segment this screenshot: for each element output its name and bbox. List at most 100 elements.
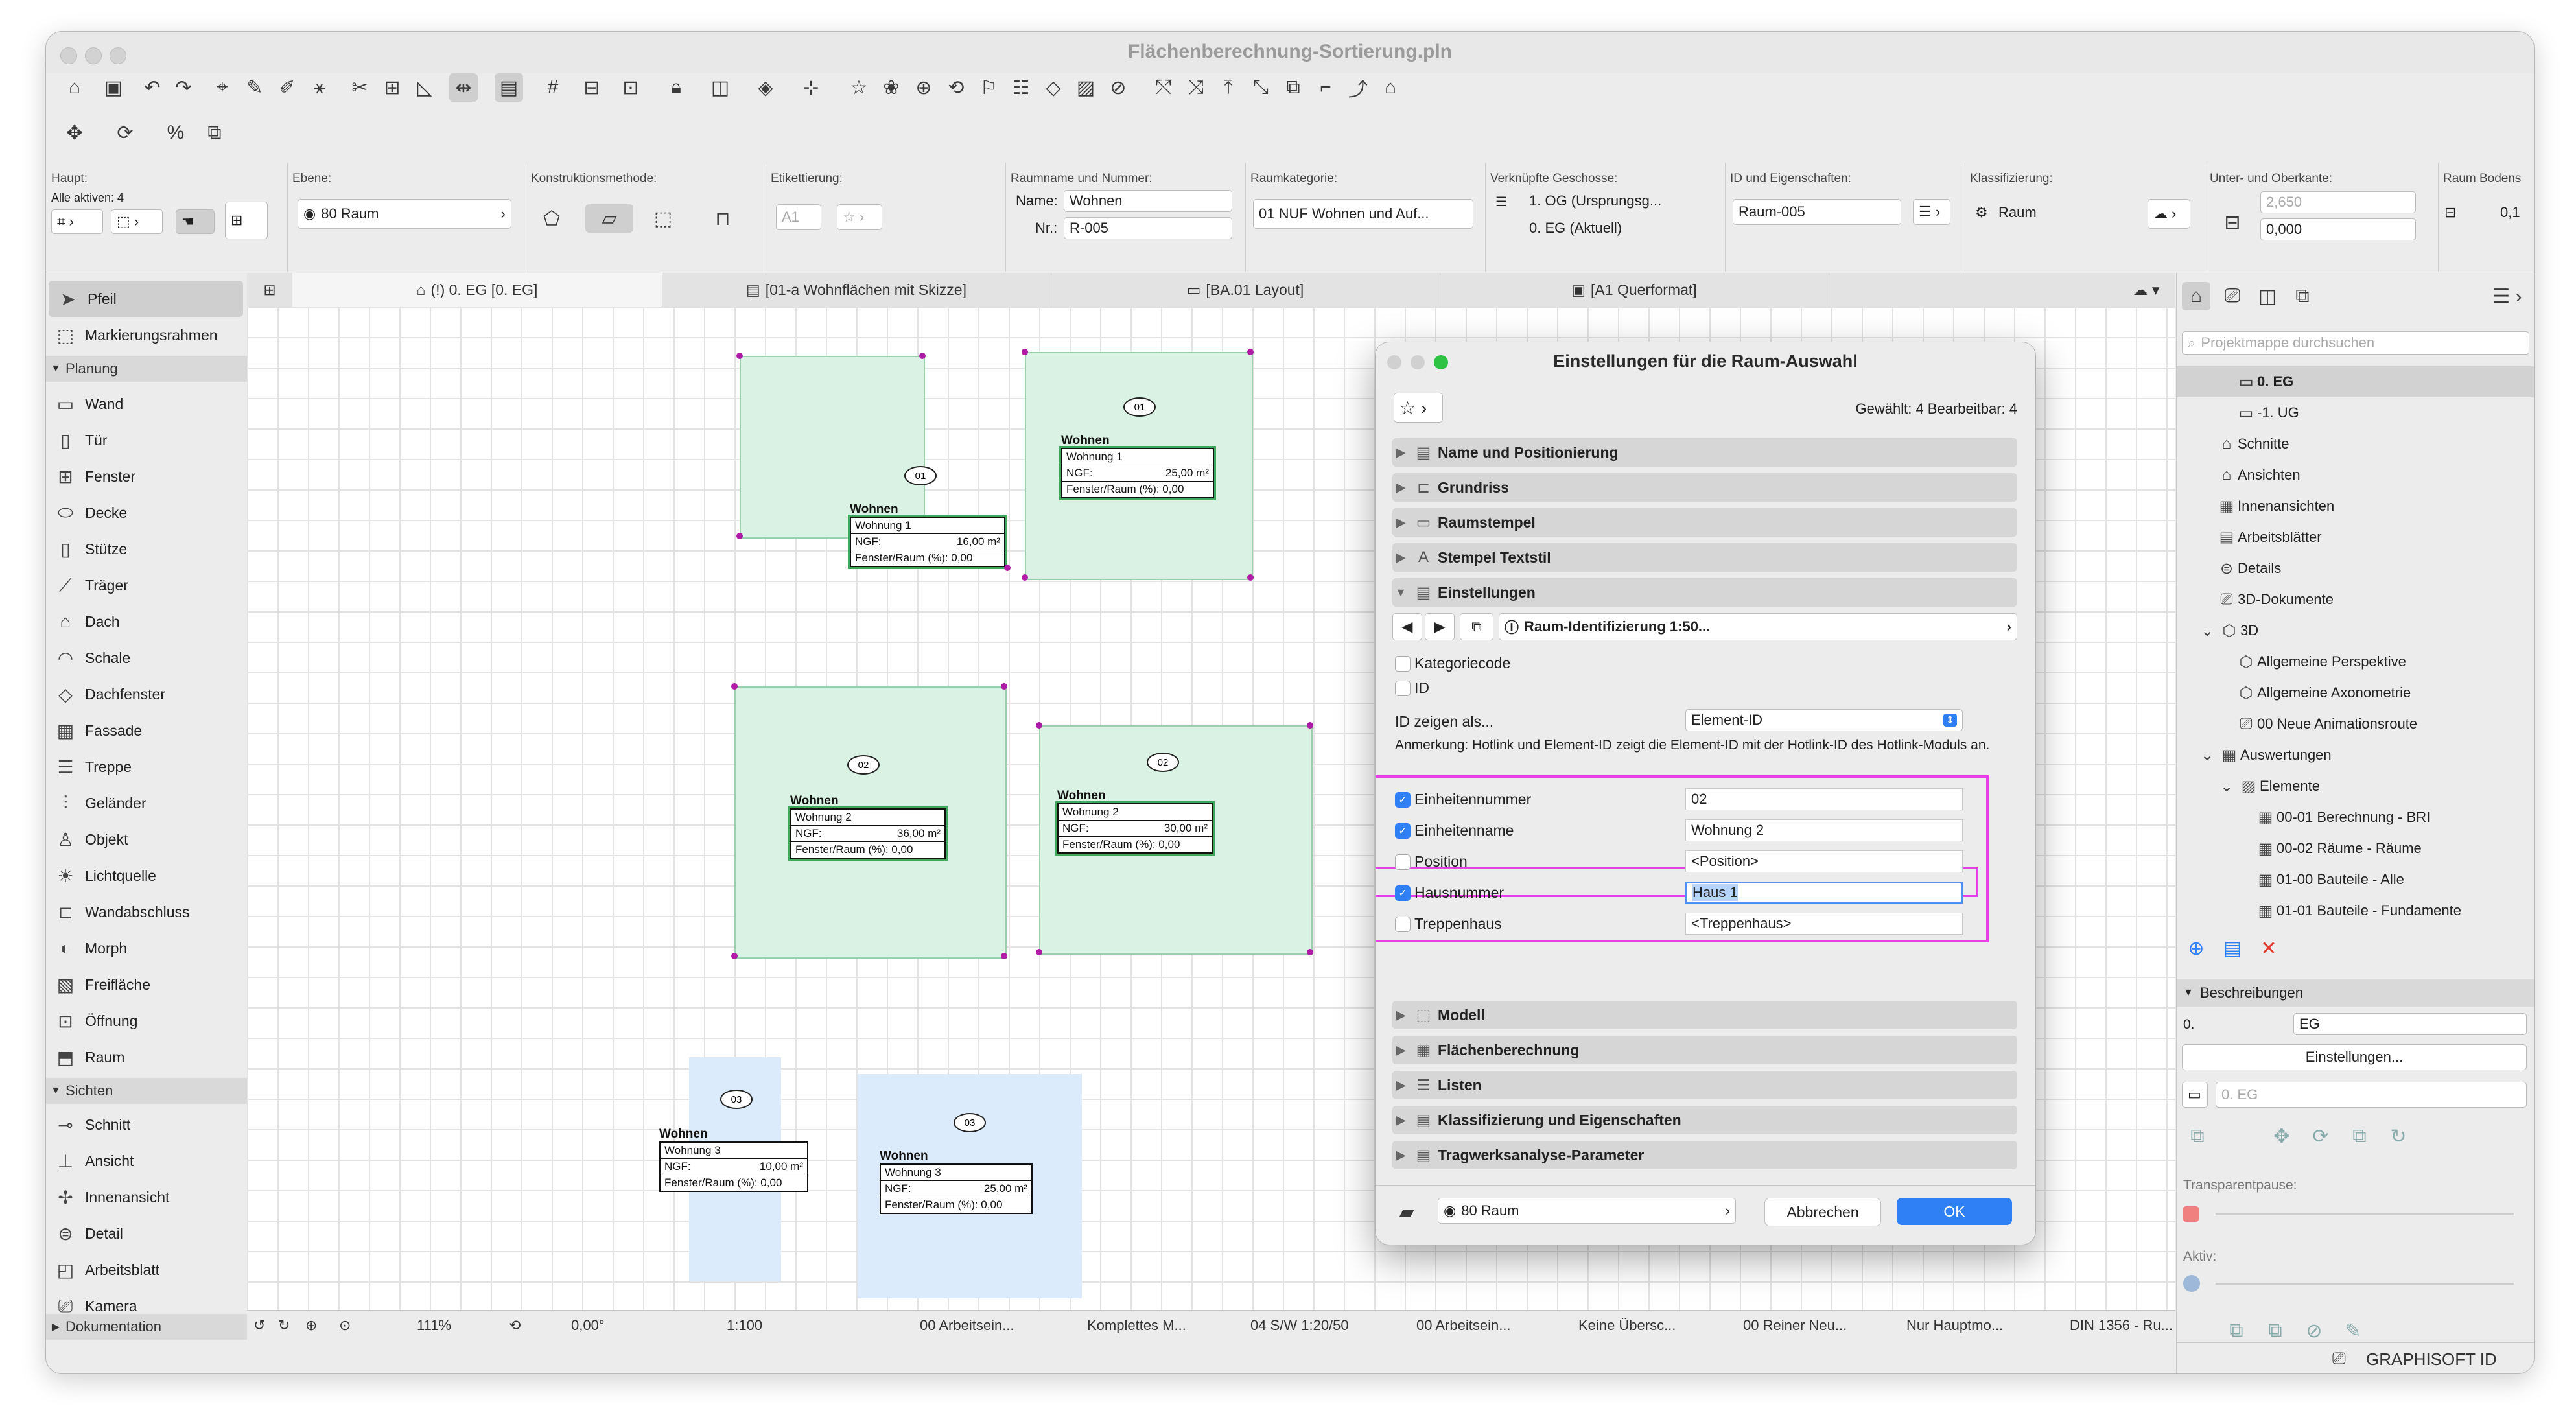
tool-dach[interactable]: ⌂ Dach [46, 603, 247, 640]
nav-item-animationsroute[interactable]: ⎚ 00 Neue Animationsroute [2177, 708, 2534, 740]
panel-klassifizierung[interactable]: ▶ ▤ Klassifizierung und Eigenschaften [1392, 1106, 2017, 1134]
nav-item-details[interactable]: ⊜ Details [2177, 553, 2534, 584]
tab-worksheet[interactable]: ▤ [01-a Wohnflächen mit Skizze] [662, 273, 1051, 307]
align-icon[interactable]: ⊹ [797, 73, 825, 102]
nav-item-ug[interactable]: ▭ -1. UG [2177, 397, 2534, 428]
object-icon[interactable]: ❀ [877, 73, 906, 102]
grid-icon[interactable]: # [539, 73, 567, 102]
room-stamp[interactable]: Wohnen Wohnung 3 NGF: 10,00 m² Fenster/Ra… [659, 1127, 808, 1192]
project-map-icon[interactable]: ⌂ [2182, 282, 2210, 310]
einstellungen-button[interactable]: Einstellungen... [2182, 1044, 2527, 1070]
nav-item-3d[interactable]: ⌄ ⬡ 3D [2177, 615, 2534, 646]
section-planung[interactable]: ▼ Planung [46, 356, 247, 382]
kategoriecode-checkbox[interactable] [1395, 656, 1411, 672]
panel-flaechenberechnung[interactable]: ▶ ▦ Flächenberechnung [1392, 1036, 2017, 1064]
navigator-menu-icon[interactable]: ☰ › [2488, 282, 2527, 310]
tool-decke[interactable]: ⬭ Decke [46, 495, 247, 531]
next-stamp-button[interactable]: ▶ [1425, 613, 1455, 640]
treppenhaus-input[interactable]: <Treppenhaus> [1685, 913, 1963, 935]
selection-node[interactable] [1036, 722, 1042, 729]
pen-icon[interactable]: ✐ [273, 73, 301, 102]
panel-name-positionierung[interactable]: ▶ ▤ Name und Positionierung [1392, 438, 2017, 467]
curve-icon[interactable]: ⤴ [1344, 73, 1372, 102]
room-category-select[interactable]: 01 NUF Wohnen und Auf... [1253, 199, 1473, 229]
properties-icon[interactable]: ▤ [2218, 934, 2247, 963]
tool-pfeil[interactable]: ➤ Pfeil [49, 281, 243, 317]
room-stamp[interactable]: Wohnen Wohnung 1 NGF: 16,00 m² Fenster/Ra… [848, 502, 1007, 569]
nav-item-schnitte[interactable]: ⌂ Schnitte [2177, 428, 2534, 460]
split-icon[interactable]: ⤲ [1149, 73, 1178, 102]
dimension-value[interactable]: DIN 1356 - Ru... [2070, 1317, 2173, 1334]
room-stamp[interactable]: Wohnen Wohnung 2 NGF: 36,00 m² Fenster/Ra… [788, 794, 948, 861]
trace-icon[interactable]: ⧉ [2183, 1122, 2212, 1151]
renovation-icon[interactable]: ◈ [751, 73, 780, 102]
selection-node[interactable] [1001, 953, 1007, 959]
position-checkbox[interactable] [1395, 854, 1411, 870]
bottom-height-input[interactable]: 0,000 [2260, 218, 2416, 240]
section-sichten[interactable]: ▼ Sichten [46, 1078, 247, 1104]
tab-layout[interactable]: ▭ [BA.01 Layout] [1051, 273, 1440, 307]
measure-icon[interactable]: ⊞ [378, 73, 406, 102]
trace-toggle-icon[interactable]: ⧉ [2222, 1316, 2251, 1345]
tool-morph[interactable]: ◐ Morph [46, 930, 247, 966]
tool-wandabschluss[interactable]: ⊏ Wandabschluss [46, 894, 247, 930]
tool-ansicht[interactable]: ⊥ Ansicht [46, 1143, 247, 1179]
inject-icon[interactable]: ✎ [240, 73, 269, 102]
room-number-input[interactable]: R-005 [1064, 217, 1232, 239]
rotate-icon[interactable]: ⟳ [111, 119, 139, 147]
tool-dachfenster[interactable]: ◇ Dachfenster [46, 676, 247, 712]
favorite-label-button[interactable]: ☆ › [837, 204, 882, 230]
selection-node[interactable] [1004, 565, 1011, 571]
scale-value[interactable]: 1:100 [727, 1317, 762, 1334]
room-stamp[interactable]: Wohnen Wohnung 1 NGF: 25,00 m² Fenster/Ra… [1059, 434, 1216, 500]
tag-icon[interactable]: ◇ [1039, 73, 1068, 102]
selection-node[interactable] [1036, 949, 1042, 955]
room-name-input[interactable]: Wohnen [1064, 190, 1232, 212]
lock-icon[interactable]: 🔒︎ [662, 73, 690, 102]
color-swatch[interactable] [2183, 1206, 2199, 1222]
nav-item-axonometrie[interactable]: ⬡ Allgemeine Axonometrie [2177, 677, 2534, 708]
zone-icon[interactable]: ⟲ [942, 73, 970, 102]
publisher-icon[interactable]: ⧉ [2288, 282, 2317, 310]
redo-view-icon[interactable]: ↻ [278, 1317, 290, 1334]
trim-icon[interactable]: ✂ [345, 73, 374, 102]
einheitenname-input[interactable]: Wohnung 2 [1685, 819, 1963, 841]
nav-item-schedule[interactable]: ▦ 00-02 Räume - Räume [2177, 833, 2534, 864]
roof-icon[interactable]: ⌂ [1376, 73, 1405, 102]
trace-clear-icon[interactable]: ⊘ [2300, 1316, 2328, 1345]
gravity-icon[interactable]: ▤ [495, 73, 523, 102]
trace-tool-icon[interactable]: ✎ [2339, 1316, 2367, 1345]
tool-freiflaeche[interactable]: ▧ Freifläche [46, 966, 247, 1003]
marquee-type-box[interactable]: ⬚ › [111, 209, 163, 234]
selection-node[interactable] [731, 953, 738, 959]
tool-wand[interactable]: ▭ Wand [46, 386, 247, 422]
tool-gelaender[interactable]: ⫶ Geländer [46, 785, 247, 821]
story-settings-icon[interactable]: ▭ [2182, 1082, 2208, 1108]
raumboden-value[interactable]: 0,1 [2500, 204, 2520, 221]
panel-einstellungen[interactable]: ▼ ▤ Einstellungen [1392, 578, 2017, 607]
undo-view-icon[interactable]: ↺ [253, 1317, 265, 1334]
tool-arbeitsblatt[interactable]: ◰ Arbeitsblatt [46, 1252, 247, 1288]
angle-value[interactable]: 0,00° [571, 1317, 605, 1334]
angle-icon[interactable]: ◺ [410, 73, 439, 102]
group-icon[interactable]: ⊡ [616, 73, 645, 102]
resize-icon[interactable]: ⤡ [1247, 73, 1275, 102]
outer-edge-icon[interactable]: ⊓ [708, 204, 737, 233]
tool-markierungsrahmen[interactable]: ⬚ Markierungsrahmen [46, 317, 247, 353]
reset-ref-icon[interactable]: ↻ [2384, 1122, 2413, 1151]
nav-item-schedule[interactable]: ▦ 01-01 Bauteile - Fundamente [2177, 895, 2534, 926]
element-id-input[interactable]: Raum-005 [1733, 199, 1901, 225]
move-ref-icon[interactable]: ✥ [2267, 1122, 2296, 1151]
rotate-ref-icon[interactable]: ⟳ [2306, 1122, 2335, 1151]
delete-icon[interactable]: ✕ [2254, 934, 2283, 963]
classification-value[interactable]: Raum [1998, 204, 2037, 221]
transparency-slider[interactable] [2216, 1213, 2514, 1215]
nav-item-ansichten[interactable]: ⌂ Ansichten [2177, 460, 2534, 491]
prev-stamp-button[interactable]: ◀ [1392, 613, 1422, 640]
tool-objekt[interactable]: ♙ Objekt [46, 821, 247, 858]
magic-wand-icon[interactable]: ⚹ [305, 73, 334, 102]
tool-tuer[interactable]: ▯ Tür [46, 422, 247, 458]
tool-fassade[interactable]: ▦ Fassade [46, 712, 247, 749]
inner-edge-icon[interactable]: ⬚ [649, 204, 677, 233]
trace-copy-icon[interactable]: ⧉ [2261, 1316, 2289, 1345]
